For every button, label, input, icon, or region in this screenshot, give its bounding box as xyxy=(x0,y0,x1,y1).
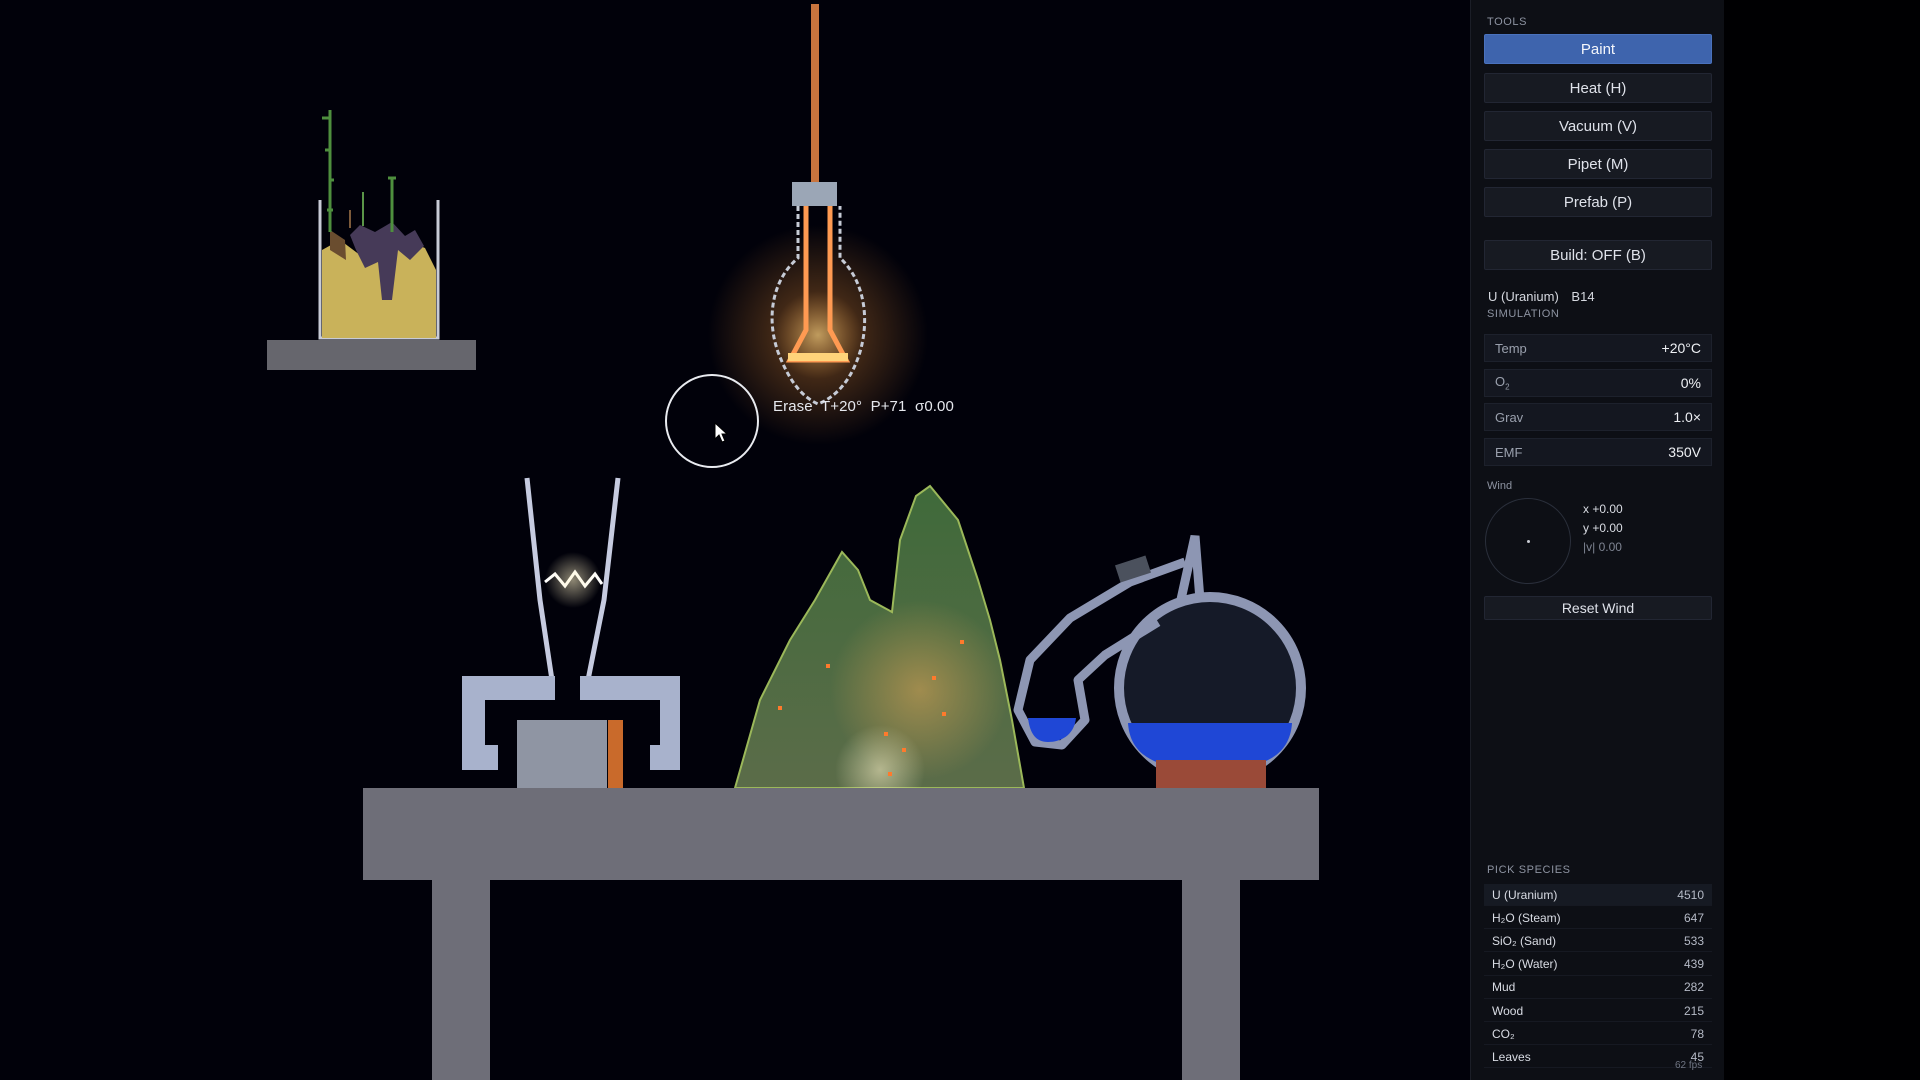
species-row[interactable]: Wood 215 xyxy=(1484,1000,1712,1022)
light-bulb xyxy=(708,4,928,445)
wind-dial[interactable] xyxy=(1485,498,1571,584)
gravity-value: 1.0× xyxy=(1673,409,1701,425)
stone-table xyxy=(363,788,1319,1080)
fps-counter: 62 fps xyxy=(1675,1060,1703,1071)
species-row[interactable]: Mud 282 xyxy=(1484,977,1712,999)
shelf xyxy=(267,340,476,370)
oxygen-value: 0% xyxy=(1680,375,1701,391)
mouse-pointer-icon xyxy=(714,422,728,443)
shelf-planter xyxy=(267,110,476,370)
control-panel: TOOLS Paint Heat (H) Vacuum (V) Pipet (M… xyxy=(1470,0,1724,1080)
species-name: SiO₂ (Sand) xyxy=(1492,933,1557,948)
emf-value: 350V xyxy=(1668,444,1701,460)
build-toggle-button[interactable]: Build: OFF (B) xyxy=(1484,240,1712,270)
vacuum-tool-button[interactable]: Vacuum (V) xyxy=(1484,111,1712,141)
pipet-tool-button[interactable]: Pipet (M) xyxy=(1484,149,1712,179)
reset-wind-button[interactable]: Reset Wind xyxy=(1484,596,1712,620)
species-row[interactable]: H₂O (Water) 439 xyxy=(1484,954,1712,976)
wind-magnitude: |v| 0.00 xyxy=(1583,540,1622,554)
paint-tool-button[interactable]: Paint xyxy=(1484,34,1712,64)
table-leg-right xyxy=(1182,880,1240,1080)
species-row[interactable]: U (Uranium) 4510 xyxy=(1484,884,1712,906)
hover-readout: Erase T+20° P+71 σ0.00 xyxy=(773,398,954,415)
simulation-canvas[interactable] xyxy=(0,0,1470,1080)
species-name: U (Uranium) xyxy=(1492,887,1558,902)
species-count: 78 xyxy=(1690,1026,1704,1041)
tools-section-label: TOOLS xyxy=(1487,16,1528,28)
species-count: 647 xyxy=(1683,910,1704,925)
flask-neck xyxy=(1175,535,1205,605)
filament xyxy=(788,353,848,361)
wind-x-value: x +0.00 xyxy=(1583,502,1623,516)
emf-label: EMF xyxy=(1495,444,1523,460)
table-top xyxy=(363,788,1319,880)
selected-element: U (Uranium) B14 xyxy=(1488,289,1595,304)
species-count: 215 xyxy=(1683,1003,1704,1018)
selected-element-code: B14 xyxy=(1571,289,1595,304)
selected-element-name: U (Uranium) xyxy=(1488,289,1559,304)
species-name: Mud xyxy=(1492,980,1516,995)
species-name: CO₂ xyxy=(1492,1026,1515,1041)
species-row[interactable]: H₂O (Steam) 647 xyxy=(1484,907,1712,930)
species-name: H₂O (Steam) xyxy=(1492,910,1561,925)
temp-value: +20°C xyxy=(1661,340,1701,356)
wind-y-value: y +0.00 xyxy=(1583,521,1623,535)
outer-margin xyxy=(1724,0,1920,1080)
wind-label: Wind xyxy=(1487,480,1513,492)
distillation-flask xyxy=(1013,535,1306,796)
sandbox-viewport[interactable]: Erase T+20° P+71 σ0.00 xyxy=(0,0,1470,1080)
species-name: H₂O (Water) xyxy=(1492,957,1558,972)
vine-stalk xyxy=(322,110,334,232)
oxygen-control[interactable]: O2 0% xyxy=(1484,369,1712,397)
species-row[interactable]: CO₂ 78 xyxy=(1484,1023,1712,1046)
species-row[interactable]: SiO₂ (Sand) 533 xyxy=(1484,930,1712,953)
bulb-cord xyxy=(811,4,819,184)
stone-block xyxy=(517,720,607,788)
oxygen-label: O2 xyxy=(1495,374,1510,392)
prefab-tool-button[interactable]: Prefab (P) xyxy=(1484,187,1712,217)
species-count: 282 xyxy=(1683,980,1704,995)
spark-glow xyxy=(545,552,601,608)
species-count: 4510 xyxy=(1677,887,1704,902)
burning-plant xyxy=(733,484,1026,815)
species-count: 533 xyxy=(1683,933,1704,948)
table-leg-left xyxy=(432,880,490,1080)
temp-control[interactable]: Temp +20°C xyxy=(1484,334,1712,362)
brush-cursor-ring xyxy=(665,374,759,468)
temp-label: Temp xyxy=(1495,340,1527,356)
emf-control[interactable]: EMF 350V xyxy=(1484,438,1712,466)
tesla-apparatus xyxy=(462,477,680,788)
bulb-socket xyxy=(792,182,837,206)
simulation-section-label: SIMULATION xyxy=(1487,308,1560,320)
gravity-control[interactable]: Grav 1.0× xyxy=(1484,403,1712,431)
heat-tool-button[interactable]: Heat (H) xyxy=(1484,73,1712,103)
species-name: Leaves xyxy=(1492,1049,1531,1064)
wind-vector-dot xyxy=(1527,540,1530,543)
species-count: 439 xyxy=(1683,957,1704,972)
species-name: Wood xyxy=(1492,1003,1524,1018)
gravity-label: Grav xyxy=(1495,409,1524,425)
species-section-label: PICK SPECIES xyxy=(1487,864,1571,876)
copper-strip xyxy=(608,720,623,788)
